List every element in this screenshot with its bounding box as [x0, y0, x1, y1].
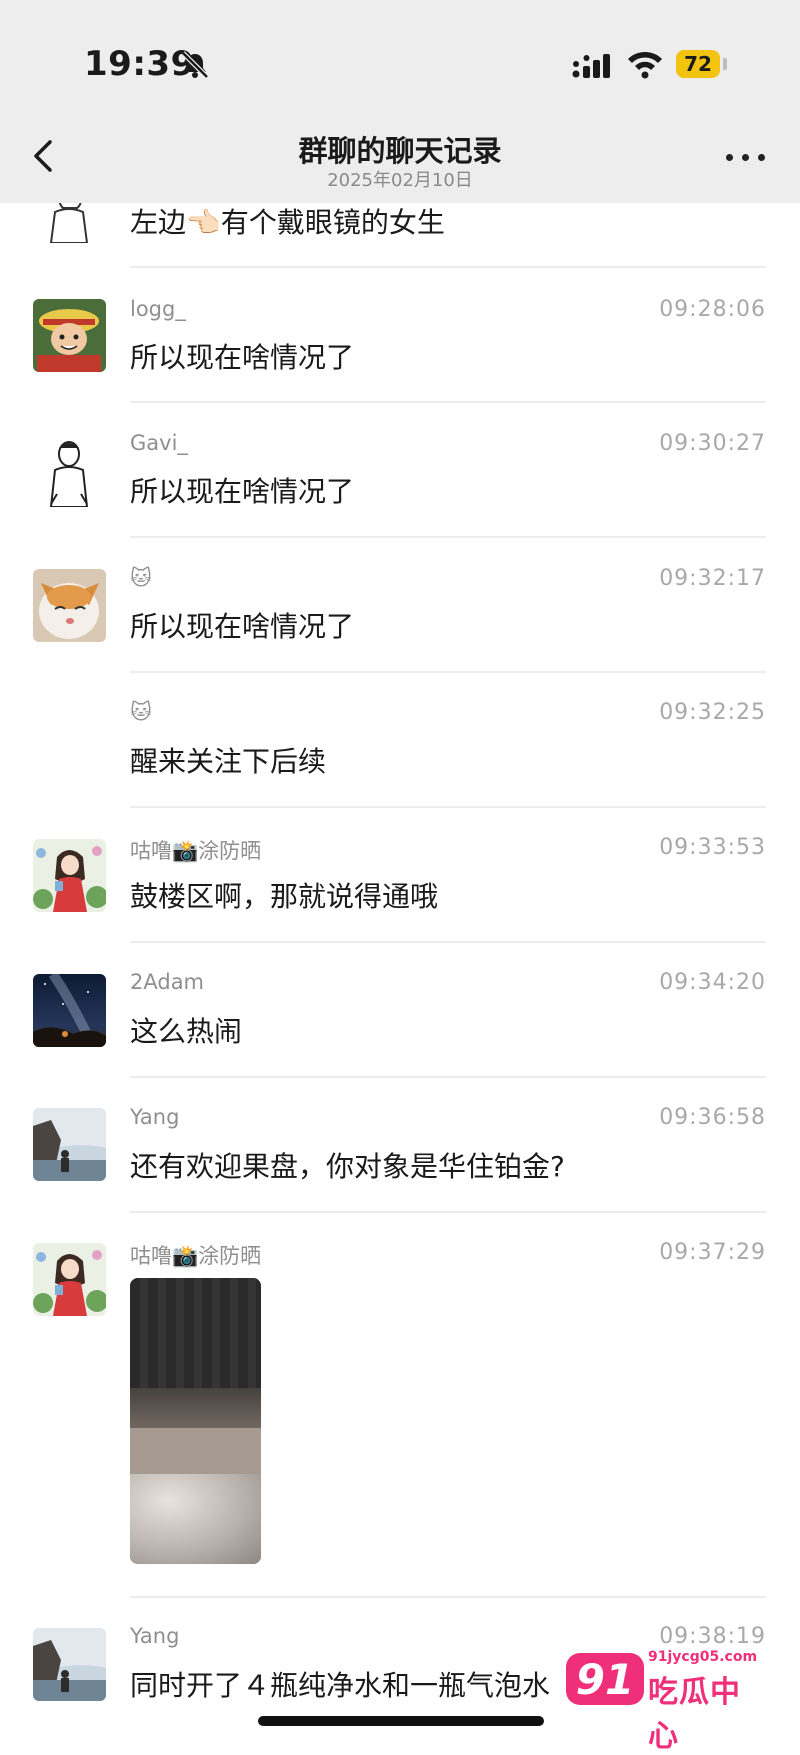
watermark-url: 91jycg05.com	[648, 1649, 758, 1665]
avatar[interactable]	[33, 974, 106, 1047]
sender-name: 🐱	[130, 700, 152, 724]
message-text: 左边👈🏻有个戴眼镜的女生	[130, 206, 445, 239]
message-text: 还有欢迎果盘，你对象是华住铂金?	[130, 1150, 565, 1183]
avatar[interactable]	[33, 1628, 106, 1701]
page-title: 群聊的聊天记录	[298, 134, 502, 168]
photo-curtain	[130, 1278, 261, 1388]
more-options-button[interactable]	[722, 142, 770, 172]
top-bar: 19:39 72 群聊的聊天记录 2025年02月10日	[0, 0, 800, 203]
divider	[130, 1211, 766, 1213]
status-time: 19:39	[84, 44, 195, 84]
divider	[130, 266, 766, 268]
message-time: 09:34:20	[659, 970, 766, 995]
wifi-icon	[628, 51, 662, 79]
page-date: 2025年02月10日	[327, 170, 473, 191]
sender-name: Yang	[130, 1624, 180, 1648]
message-text: 这么热闹	[130, 1015, 243, 1048]
cellular-signal-icon	[572, 54, 610, 78]
divider	[130, 536, 766, 538]
sender-name: 咕噜📸涂防晒	[130, 1244, 262, 1268]
watermark: 91 91jycg05.com 吃瓜中心	[566, 1645, 766, 1754]
divider	[130, 806, 766, 808]
message-text: 鼓楼区啊，那就说得通哦	[130, 880, 439, 913]
avatar[interactable]	[33, 839, 106, 912]
battery-indicator: 72	[676, 50, 720, 78]
sender-name: 🐱	[130, 566, 152, 590]
divider	[130, 1596, 766, 1598]
message-time: 09:37:29	[659, 1240, 766, 1265]
watermark-badge: 91	[566, 1653, 644, 1705]
message-time: 09:36:58	[659, 1105, 766, 1130]
sender-name: Yang	[130, 1105, 180, 1129]
home-indicator[interactable]	[258, 1716, 544, 1726]
divider	[130, 941, 766, 943]
sender-name: 2Adam	[130, 970, 205, 994]
avatar[interactable]	[33, 1108, 106, 1181]
message-time: 09:33:53	[659, 835, 766, 860]
sender-name: logg_	[130, 297, 186, 321]
message-time: 09:30:27	[659, 431, 766, 456]
avatar[interactable]	[33, 1243, 106, 1316]
divider	[130, 401, 766, 403]
message-time: 09:32:17	[659, 566, 766, 591]
avatar[interactable]	[33, 434, 106, 507]
message-time: 09:32:25	[659, 700, 766, 725]
divider	[130, 1076, 766, 1078]
message-time: 09:28:06	[659, 297, 766, 322]
message-text: 所以现在啥情况了	[130, 341, 355, 374]
message-text: 同时开了４瓶纯净水和一瓶气泡水	[130, 1669, 551, 1702]
divider	[130, 671, 766, 673]
sender-name: Gavi_	[130, 431, 188, 455]
sender-name: 咕噜📸涂防晒	[130, 839, 262, 863]
message-photo[interactable]	[130, 1278, 261, 1564]
photo-sheet	[130, 1474, 261, 1564]
bell-muted-icon	[181, 51, 209, 79]
watermark-name: 吃瓜中心	[648, 1675, 741, 1754]
message-text: 所以现在啥情况了	[130, 475, 355, 508]
battery-cap	[723, 58, 727, 70]
message-text: 醒来关注下后续	[130, 745, 327, 778]
avatar[interactable]	[33, 569, 106, 642]
message-text: 所以现在啥情况了	[130, 610, 355, 643]
avatar[interactable]	[33, 299, 106, 372]
